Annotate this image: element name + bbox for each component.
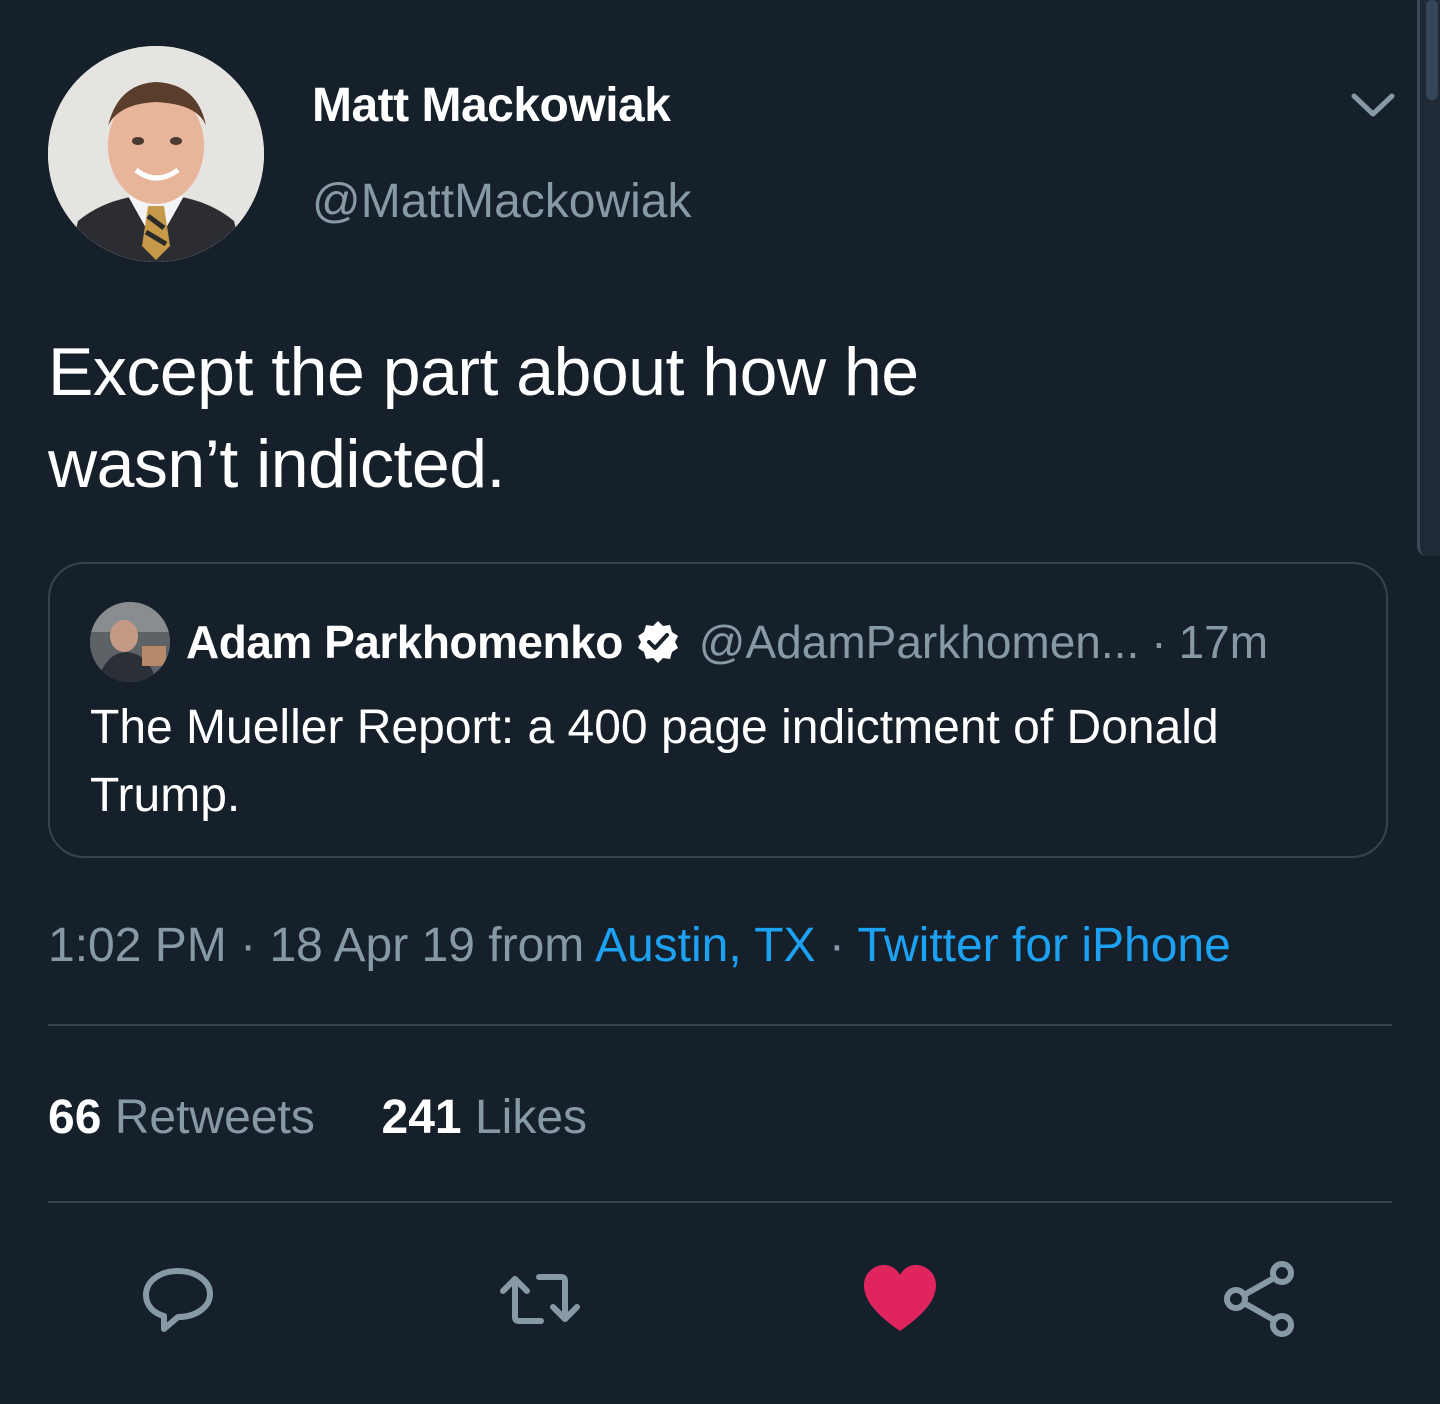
divider [48,1201,1392,1203]
quoted-author-handle[interactable]: @AdamParkhomen... [699,614,1139,670]
quoted-tweet-card[interactable]: Adam Parkhomenko @AdamParkhomen... · 17m… [48,562,1388,858]
quoted-author-avatar [90,602,170,682]
separator-dot: · [828,919,845,972]
chevron-down-icon[interactable] [1348,88,1398,124]
tweet-meta: 1:02 PM · 18 Apr 19 from Austin, TX · Tw… [48,914,1231,978]
separator-dot: · [1151,616,1167,668]
verified-badge-icon [635,619,681,665]
author-avatar[interactable] [48,46,264,262]
quoted-tweet-text: The Mueller Report: a 400 page indictmen… [90,694,1330,830]
tweet-stats: 66 Retweets 241 Likes [48,1086,587,1150]
tweet-date: 18 Apr 19 from [269,919,585,972]
quoted-tweet-text-line: The Mueller Report: a 400 page indictmen… [90,701,1219,754]
scrollbar[interactable] [1417,0,1440,556]
retweets-label: Retweets [114,1091,315,1144]
heart-icon [860,1259,940,1344]
retweet-button[interactable] [500,1256,580,1346]
share-button[interactable] [1220,1256,1300,1346]
tweet-text: Except the part about how he wasn’t indi… [48,326,1348,510]
share-icon [1220,1259,1300,1344]
tweet-time: 1:02 PM [48,919,227,972]
like-button[interactable] [860,1256,940,1346]
tweet-text-line: wasn’t indicted. [48,426,505,502]
retweets-stat[interactable]: 66 Retweets [48,1091,328,1144]
location-link[interactable]: Austin, TX [595,919,816,972]
scrollbar-thumb[interactable] [1426,0,1438,100]
likes-count: 241 [381,1091,462,1144]
author-display-name[interactable]: Matt Mackowiak [312,78,671,133]
quoted-tweet-time: 17m [1178,616,1269,668]
author-handle[interactable]: @MattMackowiak [312,174,691,229]
likes-stat[interactable]: 241 Likes [382,1091,588,1144]
separator-dot: · [240,919,257,972]
retweets-count: 66 [48,1091,102,1144]
retweet-icon [495,1259,585,1344]
quoted-tweet-header: Adam Parkhomenko @AdamParkhomen... · 17m [186,614,1268,670]
tweet-text-line: Except the part about how he [48,334,919,410]
source-link[interactable]: Twitter for iPhone [857,919,1231,972]
quoted-tweet-text-line: Trump. [90,769,241,822]
reply-icon [138,1259,218,1344]
tweet-detail-screen: Matt Mackowiak @MattMackowiak Except the… [0,0,1440,1404]
reply-button[interactable] [138,1256,218,1346]
quoted-author-name[interactable]: Adam Parkhomenko [186,614,623,670]
likes-label: Likes [474,1091,588,1144]
divider [48,1024,1392,1026]
